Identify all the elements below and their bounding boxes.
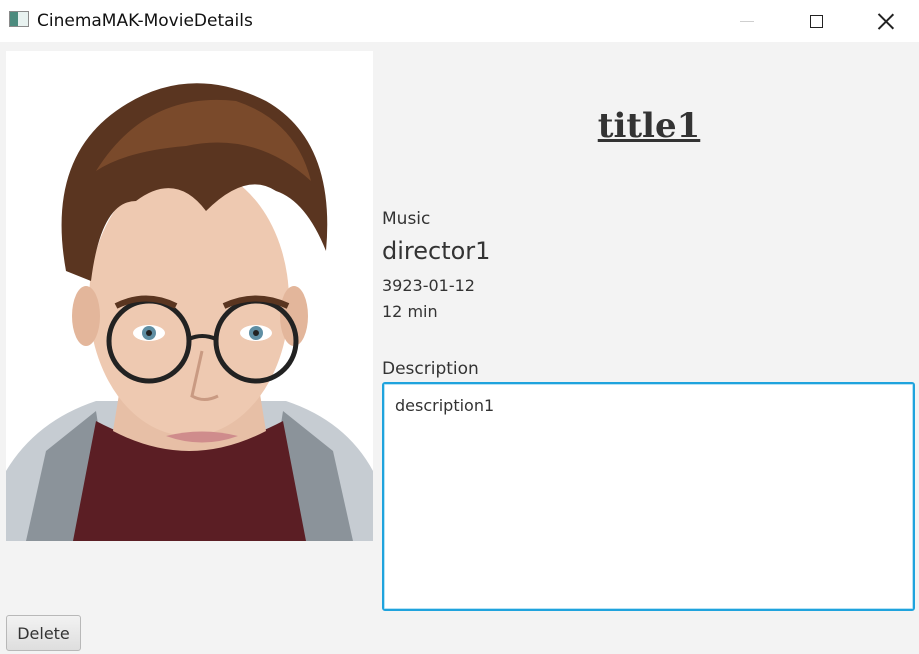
movie-duration: 12 min bbox=[382, 302, 438, 321]
delete-button[interactable]: Delete bbox=[6, 615, 81, 651]
minimize-icon bbox=[740, 20, 754, 22]
release-date: 3923-01-12 bbox=[382, 276, 475, 295]
description-label: Description bbox=[382, 359, 479, 379]
movie-details-window: CinemaMAK-MovieDetails title1 Music dire… bbox=[0, 0, 919, 654]
movie-director: director1 bbox=[382, 237, 491, 265]
movie-genre: Music bbox=[382, 209, 431, 229]
movie-title: title1 bbox=[597, 106, 701, 146]
poster-image bbox=[6, 51, 373, 541]
maximize-button[interactable] bbox=[781, 0, 851, 42]
close-button[interactable] bbox=[851, 0, 919, 42]
close-icon bbox=[878, 13, 894, 29]
minimize-button[interactable] bbox=[712, 0, 782, 42]
maximize-icon bbox=[809, 14, 823, 28]
description-textarea[interactable]: description1 bbox=[382, 382, 915, 611]
app-icon bbox=[9, 11, 29, 27]
window-title: CinemaMAK-MovieDetails bbox=[37, 11, 253, 31]
title-bar: CinemaMAK-MovieDetails bbox=[0, 0, 919, 42]
movie-poster bbox=[6, 51, 373, 541]
